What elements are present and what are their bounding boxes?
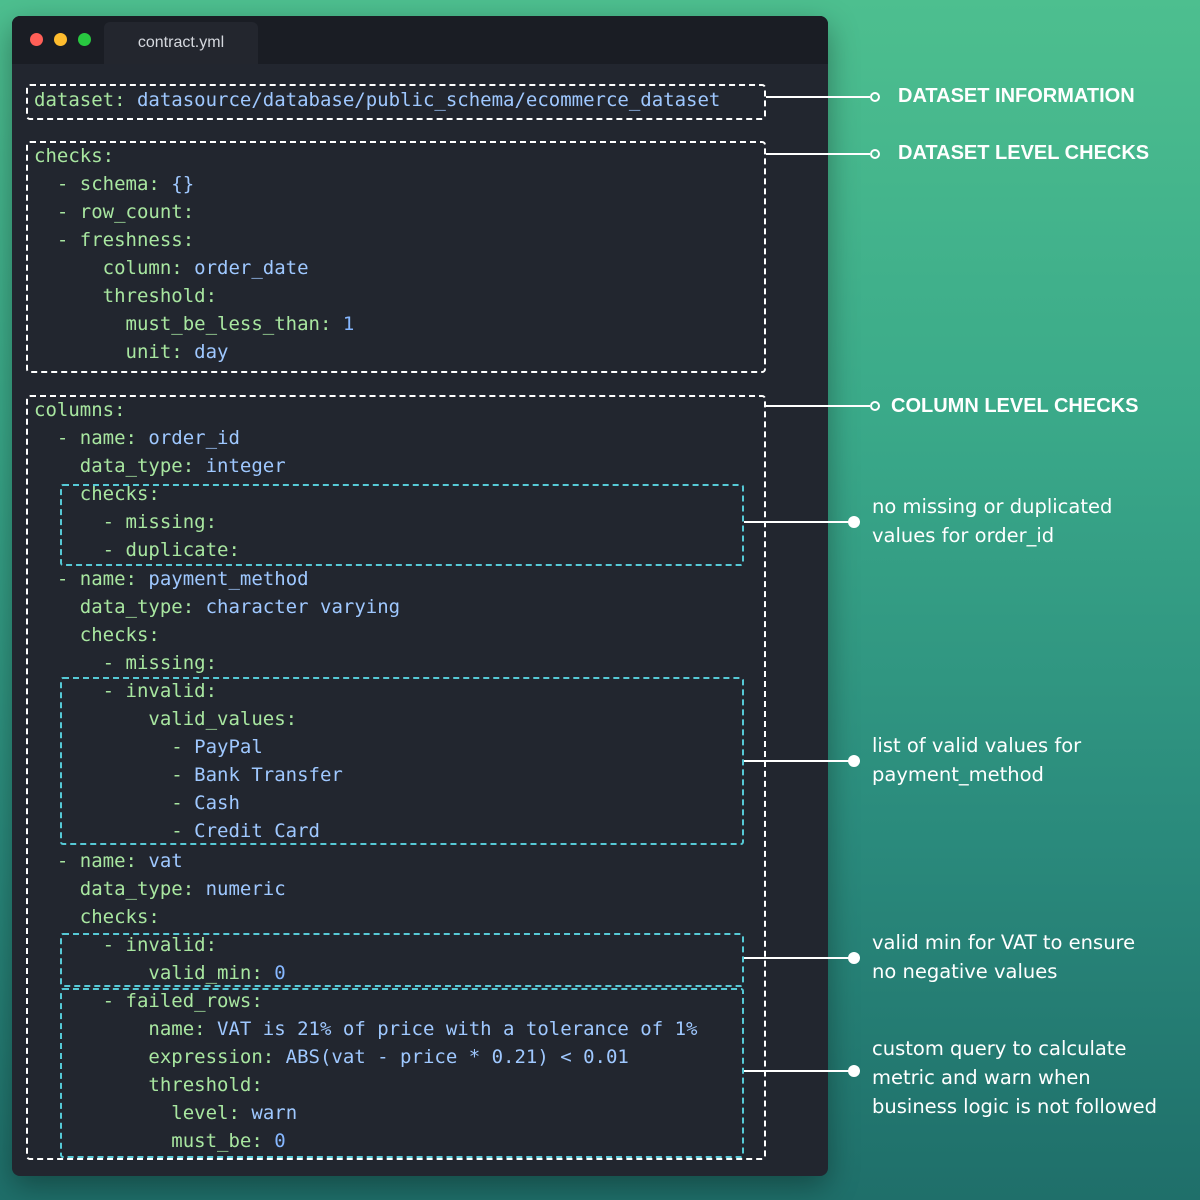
payment-valid-values-box [60,677,744,845]
heading-dataset-level-checks: DATASET LEVEL CHECKS [898,142,1150,164]
connector-column-checks [766,405,870,407]
dataset-info-box [26,84,766,120]
connector-payment [744,760,852,762]
note-order-id: no missing or duplicated values for orde… [872,495,1113,547]
order-id-checks-box [60,484,744,566]
connector-vat [744,957,852,959]
heading-dataset-information: DATASET INFORMATION [898,85,1135,107]
connector-dot-icon [848,516,860,528]
connector-dot-icon [848,952,860,964]
connector-dot-icon [848,755,860,767]
connector-dataset-checks [766,153,870,155]
note-vat: valid min for VAT to ensure no negative … [872,931,1136,983]
connector-ring-icon [870,92,880,102]
connector-ring-icon [870,149,880,159]
vat-valid-min-box [60,933,744,987]
note-payment-method: list of valid values for payment_method [872,734,1082,786]
connector-dot-icon [848,1065,860,1077]
connector-ring-icon [870,401,880,411]
connector-custom-query [744,1070,852,1072]
connector-dataset-info [766,96,870,98]
dataset-checks-box [26,141,766,373]
note-custom-query: custom query to calculate metric and war… [872,1037,1158,1118]
failed-rows-box [60,988,744,1158]
heading-column-level-checks: COLUMN LEVEL CHECKS [891,395,1139,417]
connector-order-id [744,521,852,523]
